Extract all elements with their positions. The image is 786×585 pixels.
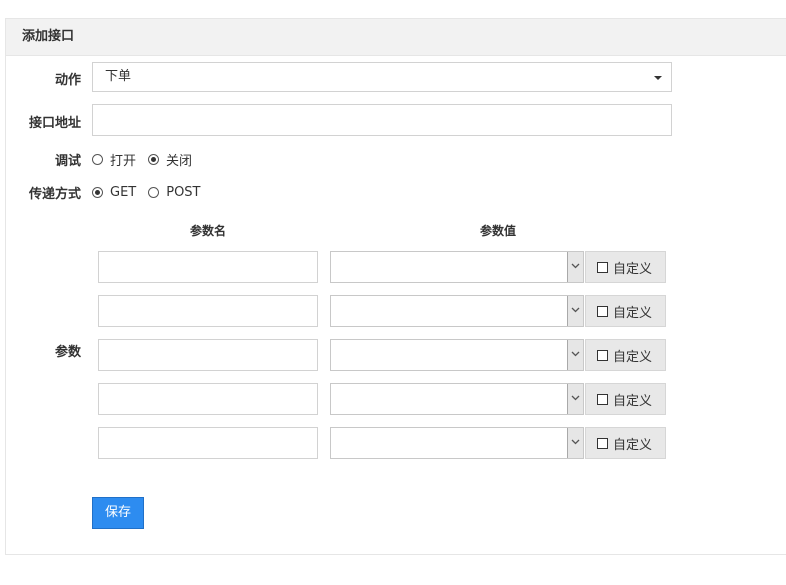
dropdown-arrow-button[interactable]: [567, 296, 583, 326]
custom-label: 自定义: [613, 305, 653, 321]
url-input[interactable]: [92, 104, 672, 136]
param-custom-toggle-1[interactable]: 自定义: [585, 251, 666, 283]
save-button[interactable]: 保存: [92, 497, 144, 529]
param-value-select-2[interactable]: [330, 295, 584, 327]
radio-checked-icon: [148, 153, 160, 165]
add-interface-panel: 添加接口 动作 下单 接口地址 调试 打开 关闭 传递方式 GET POST 参…: [5, 18, 786, 555]
action-select[interactable]: 下单: [92, 62, 672, 92]
dropdown-arrow-button[interactable]: [567, 384, 583, 414]
method-get-label: GET: [110, 184, 137, 200]
param-value-select-4[interactable]: [330, 383, 584, 415]
param-name-input-2[interactable]: [98, 295, 318, 327]
param-name-input-1[interactable]: [98, 251, 318, 283]
param-name-header: 参数名: [189, 224, 226, 238]
custom-label: 自定义: [613, 393, 653, 409]
method-radio-group: GET POST: [92, 183, 213, 201]
param-name-input-5[interactable]: [98, 427, 318, 459]
debug-radio-open[interactable]: 打开: [92, 150, 136, 169]
param-custom-toggle-2[interactable]: 自定义: [585, 295, 666, 327]
custom-label: 自定义: [613, 437, 653, 453]
checkbox-icon[interactable]: [597, 305, 608, 317]
param-value-select-3[interactable]: [330, 339, 584, 371]
checkbox-icon[interactable]: [597, 261, 608, 273]
chevron-down-icon: [571, 395, 580, 401]
custom-label: 自定义: [613, 349, 653, 365]
chevron-down-icon: [571, 263, 580, 269]
chevron-down-icon: [571, 439, 580, 445]
method-post-label: POST: [166, 184, 201, 200]
checkbox-icon[interactable]: [597, 437, 608, 449]
radio-checked-icon: [92, 186, 103, 198]
chevron-down-icon: [571, 351, 580, 357]
chevron-down-icon: [654, 76, 662, 80]
param-value-header: 参数值: [479, 224, 516, 238]
param-value-select-1[interactable]: [330, 251, 584, 283]
debug-radio-group: 打开 关闭: [92, 150, 204, 169]
dropdown-arrow-button[interactable]: [567, 252, 583, 282]
custom-label: 自定义: [613, 261, 653, 277]
radio-unchecked-icon: [148, 186, 160, 198]
action-select-value: 下单: [105, 69, 132, 84]
action-label: 动作: [54, 73, 81, 88]
chevron-down-icon: [571, 307, 580, 313]
param-name-input-4[interactable]: [98, 383, 318, 415]
params-label: 参数: [54, 345, 81, 360]
radio-unchecked-icon: [92, 153, 103, 165]
method-radio-get[interactable]: GET: [92, 185, 136, 200]
dropdown-arrow-button[interactable]: [567, 428, 583, 458]
url-label: 接口地址: [28, 116, 81, 131]
dropdown-arrow-button[interactable]: [567, 340, 583, 370]
param-custom-toggle-5[interactable]: 自定义: [585, 427, 666, 459]
panel-title: 添加接口: [6, 19, 786, 56]
param-custom-toggle-3[interactable]: 自定义: [585, 339, 666, 371]
param-custom-toggle-4[interactable]: 自定义: [585, 383, 666, 415]
method-label: 传递方式: [28, 187, 81, 202]
method-radio-post[interactable]: POST: [148, 184, 201, 200]
param-value-select-5[interactable]: [330, 427, 584, 459]
debug-label: 调试: [54, 154, 81, 169]
checkbox-icon[interactable]: [597, 393, 608, 405]
debug-radio-close[interactable]: 关闭: [148, 150, 192, 169]
debug-open-label: 打开: [110, 153, 137, 169]
param-name-input-3[interactable]: [98, 339, 318, 371]
debug-close-label: 关闭: [166, 153, 193, 169]
checkbox-icon[interactable]: [597, 349, 608, 361]
